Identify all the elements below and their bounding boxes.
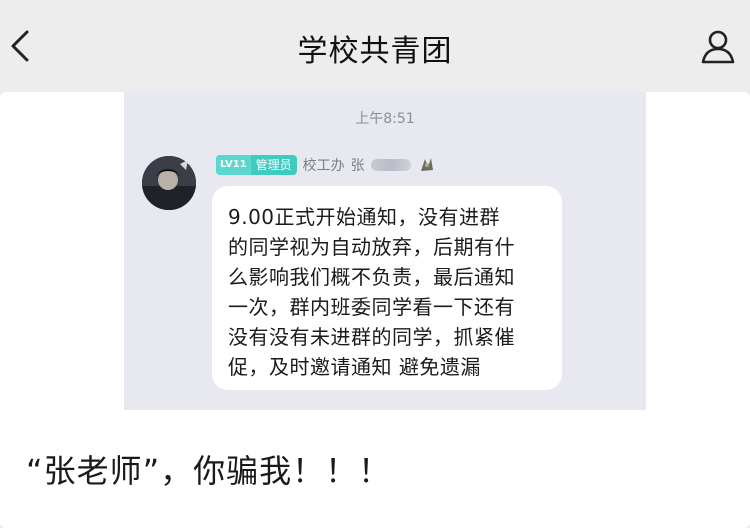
message-timestamp: 上午8:51 — [355, 111, 415, 127]
message-line: 一次，群内班委同学看一下还有 — [228, 295, 515, 319]
message-line: 9.00正式开始通知，没有进群 — [228, 205, 501, 229]
message-line: 么影响我们概不负责，最后通知 — [228, 265, 515, 289]
message-line: 的同学视为自动放弃，后期有什 — [228, 235, 515, 259]
avatar-image — [142, 156, 196, 210]
user-icon — [701, 30, 735, 64]
page-title: 学校共青团 — [297, 34, 453, 69]
top-nav-bar: 学校共青团 — [0, 0, 750, 92]
message-line: 促，及时邀请通知 避免遗漏 — [228, 355, 481, 379]
message-line: 没有没有未进群的同学，抓紧催 — [228, 325, 515, 349]
user-profile-button[interactable] — [696, 24, 740, 68]
post-caption: “张老师”，你骗我！！！ — [26, 452, 392, 490]
blurred-name — [370, 159, 411, 171]
chat-screenshot: 上午8:51 LV11 管理员 校工办 张 9.00正式开始通知，没有进群 的同… — [124, 92, 646, 410]
post-card: 上午8:51 LV11 管理员 校工办 张 9.00正式开始通知，没有进群 的同… — [0, 92, 750, 528]
level-badge-role: 管理员 — [255, 158, 292, 172]
sender-name: 张 — [350, 158, 365, 174]
level-badge-level: LV11 — [216, 155, 251, 175]
sender-info: LV11 管理员 校工办 张 — [216, 154, 437, 176]
sender-department: 校工办 — [302, 158, 345, 174]
avatar[interactable] — [142, 156, 196, 210]
level-badge: LV11 管理员 — [216, 155, 297, 175]
message-bubble[interactable]: 9.00正式开始通知，没有进群 的同学视为自动放弃，后期有什 么影响我们概不负责… — [212, 186, 562, 390]
decoration-icon — [420, 158, 433, 171]
